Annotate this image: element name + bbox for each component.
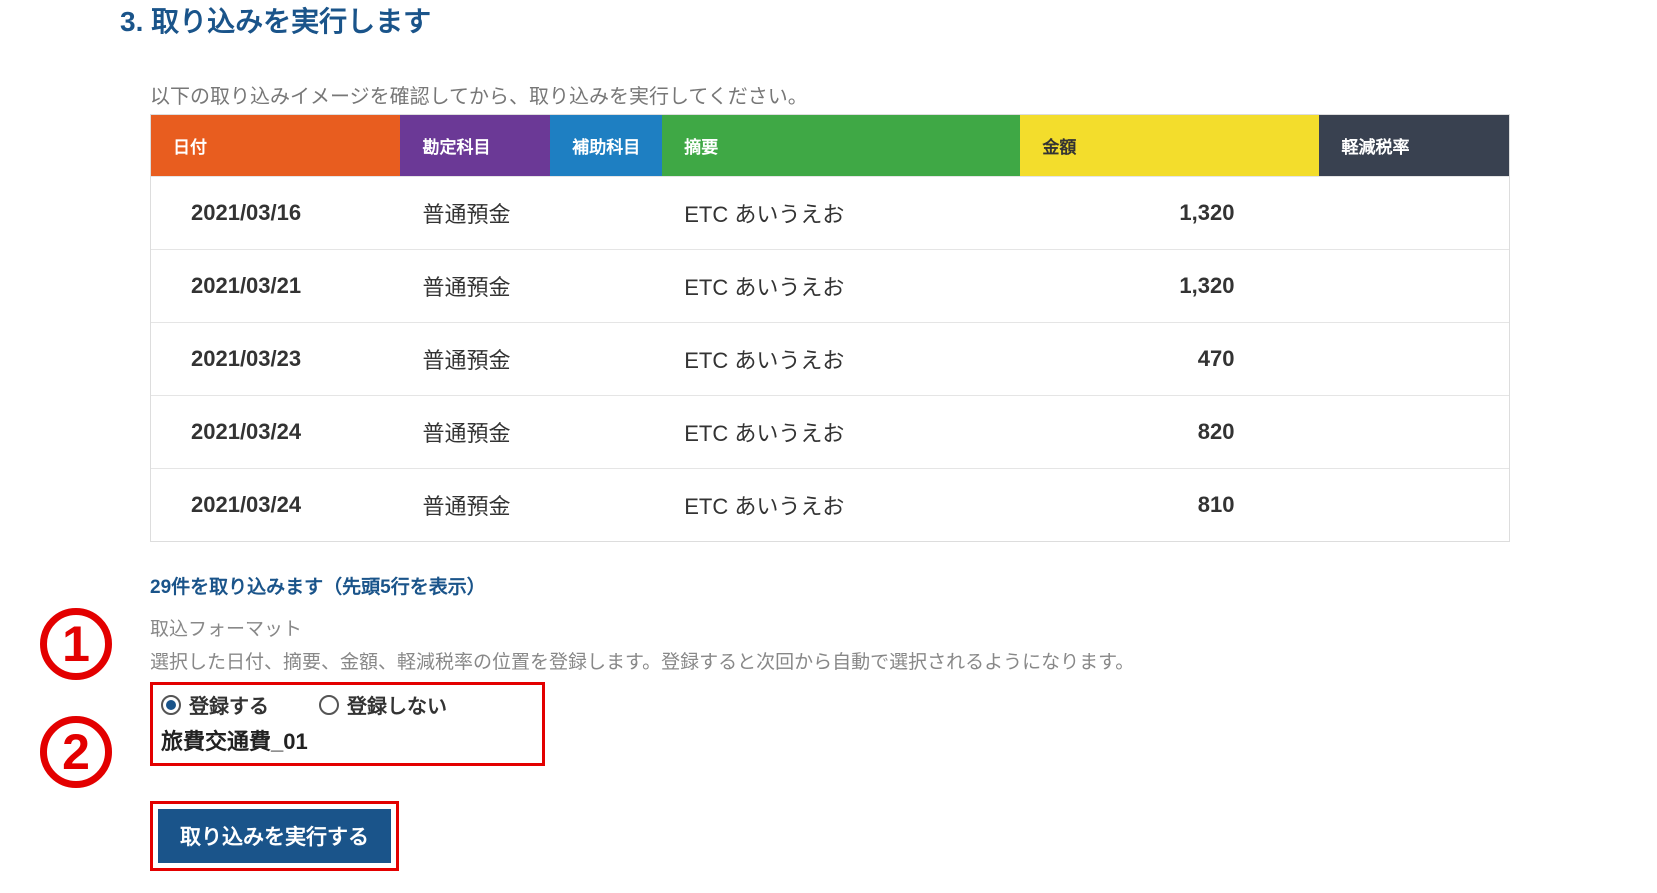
cell-amount: 470 [1020,323,1319,396]
cell-date: 2021/03/24 [151,396,400,469]
cell-amount: 1,320 [1020,250,1319,323]
col-header-amount: 金額 [1020,115,1319,177]
cell-summary: ETC あいうえお [662,396,1020,469]
cell-taxrate [1319,396,1509,469]
radio-no-register[interactable]: 登録しない [319,690,447,719]
table-row: 2021/03/24普通預金 ETC あいうえお810 [151,469,1509,542]
import-preview-table: 日付 勘定科目 補助科目 摘要 金額 軽減税率 2021/03/16普通預金ET… [150,114,1510,542]
col-header-date: 日付 [151,115,400,177]
col-header-taxrate: 軽減税率 [1319,115,1509,177]
cell-subaccount [550,396,662,469]
table-row: 2021/03/23普通預金 ETC あいうえお470 [151,323,1509,396]
radio-icon-selected [161,695,181,715]
annotation-circle-1: 1 [40,608,112,680]
cell-amount: 820 [1020,396,1319,469]
instruction-text: 以下の取り込みイメージを確認してから、取り込みを実行してください。 [150,80,1657,109]
cell-amount: 810 [1020,469,1319,542]
cell-summary: ETC あいうえお [662,323,1020,396]
format-description: 選択した日付、摘要、金額、軽減税率の位置を登録します。登録すると次回から自動で選… [150,647,1657,674]
cell-summary: ETC あいうえお [662,469,1020,542]
table-row: 2021/03/16普通預金 ETC あいうえお1,320 [151,177,1509,250]
annotation-circle-2: 2 [40,716,112,788]
cell-taxrate [1319,469,1509,542]
radio-register-label: 登録する [189,690,269,719]
col-header-subaccount: 補助科目 [550,115,662,177]
col-header-summary: 摘要 [662,115,1020,177]
section-title: 3. 取り込みを実行します [120,0,1657,40]
cell-summary: ETC あいうえお [662,177,1020,250]
radio-no-register-label: 登録しない [347,690,447,719]
cell-taxrate [1319,323,1509,396]
col-header-account: 勘定科目 [400,115,550,177]
cell-summary: ETC あいうえお [662,250,1020,323]
radio-icon-unselected [319,695,339,715]
cell-account: 普通預金 [400,396,550,469]
cell-account: 普通預金 [400,250,550,323]
table-row: 2021/03/24普通預金 ETC あいうえお820 [151,396,1509,469]
cell-subaccount [550,177,662,250]
cell-subaccount [550,323,662,396]
cell-subaccount [550,250,662,323]
import-count-text: 29件を取り込みます（先頭5行を表示） [150,572,1657,599]
cell-account: 普通預金 [400,177,550,250]
cell-date: 2021/03/23 [151,323,400,396]
cell-subaccount [550,469,662,542]
cell-account: 普通預金 [400,323,550,396]
table-row: 2021/03/21普通預金 ETC あいうえお1,320 [151,250,1509,323]
execute-import-button[interactable]: 取り込みを実行する [158,809,391,863]
cell-date: 2021/03/21 [151,250,400,323]
cell-amount: 1,320 [1020,177,1319,250]
cell-date: 2021/03/16 [151,177,400,250]
format-label: 取込フォーマット [150,614,1657,641]
register-format-box: 登録する 登録しない [150,682,545,766]
cell-account: 普通預金 [400,469,550,542]
radio-register[interactable]: 登録する [161,690,269,719]
cell-date: 2021/03/24 [151,469,400,542]
format-name-input[interactable] [161,725,534,755]
execute-button-highlight: 取り込みを実行する [150,801,399,871]
cell-taxrate [1319,250,1509,323]
cell-taxrate [1319,177,1509,250]
